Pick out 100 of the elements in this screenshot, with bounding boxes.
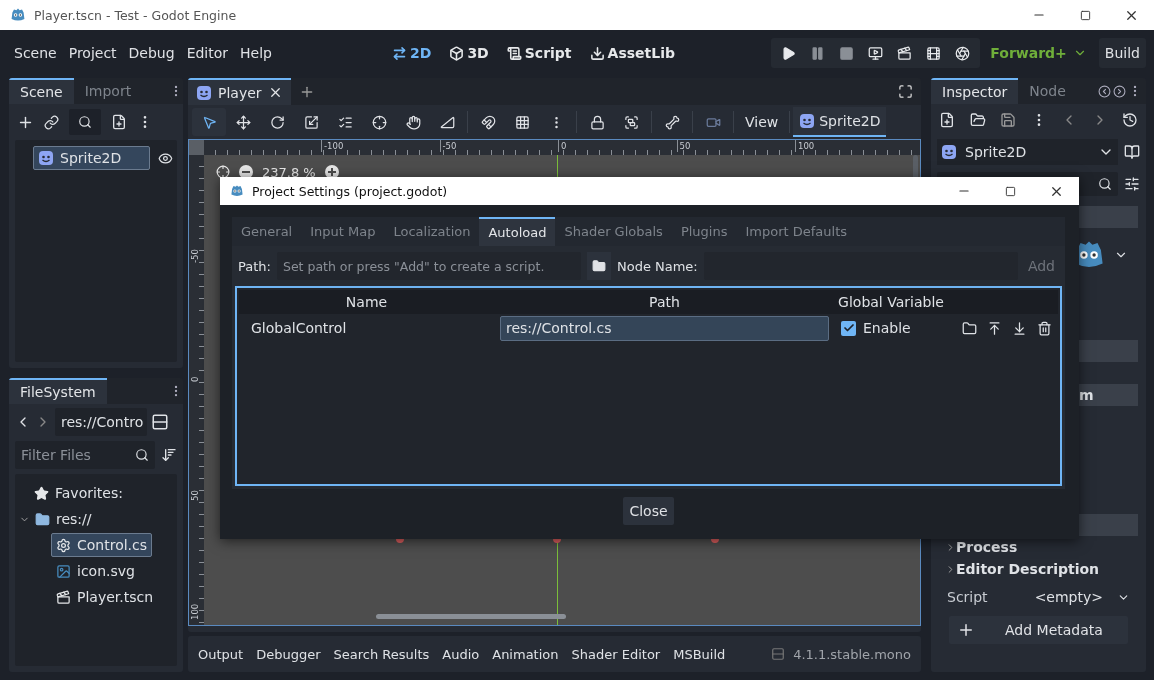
section-header[interactable]: Editor Description	[956, 561, 1100, 577]
bottom-panel-tab[interactable]: Audio	[442, 646, 480, 662]
view-menu[interactable]: View	[737, 114, 787, 130]
menu-item[interactable]: Editor	[180, 45, 235, 61]
film-icon[interactable]	[926, 45, 942, 61]
new-resource-icon[interactable]	[939, 112, 955, 128]
close-dialog-button[interactable]: Close	[623, 497, 674, 525]
search-icon	[135, 448, 149, 462]
settings-tab[interactable]: Import Defaults	[736, 217, 856, 246]
aperture-icon[interactable]	[955, 45, 971, 61]
center-view-icon[interactable]	[216, 165, 230, 179]
menu-item[interactable]: Scene	[8, 45, 63, 61]
ruler-label: 50	[676, 140, 691, 152]
docs-icon[interactable]	[1124, 144, 1140, 160]
dock-tab[interactable]: FileSystem	[9, 378, 107, 404]
checkbox[interactable]	[841, 320, 856, 336]
object-selector[interactable]: Sprite2D	[937, 139, 1118, 165]
file-tree-item[interactable]: Favorites:	[29, 481, 128, 505]
folder-icon	[591, 259, 606, 273]
search-button[interactable]	[69, 109, 101, 135]
scene-tree-item[interactable]: Sprite2D	[33, 146, 151, 170]
monitor-icon[interactable]	[868, 45, 884, 61]
ruler-label: -50	[190, 249, 200, 263]
workspace-tab[interactable]: 3D	[445, 45, 493, 61]
path-field[interactable]: res://Contro	[55, 408, 147, 436]
file-tree-item[interactable]: Control.cs	[51, 533, 153, 557]
menu-item[interactable]: Debug	[122, 45, 181, 61]
bottom-panel-tab[interactable]: Animation	[492, 646, 559, 662]
add-metadata-button[interactable]: Add Metadata	[949, 616, 1128, 644]
version-label: 4.1.1.stable.mono	[793, 646, 911, 662]
bottom-panel-tab[interactable]: Output	[198, 646, 244, 662]
dock-tab[interactable]: Inspector	[931, 78, 1019, 104]
filter-icon[interactable]	[1124, 176, 1140, 192]
next-icon[interactable]	[1113, 84, 1126, 98]
zoom-level: 237.8 %	[262, 164, 316, 180]
settings-tab[interactable]: Localization	[384, 217, 480, 246]
table-cell-text: GlobalControl	[250, 319, 348, 338]
download-icon	[589, 45, 605, 61]
file-tree-item[interactable]: res://	[30, 507, 97, 531]
previous-icon[interactable]	[1098, 84, 1111, 98]
node-name-label: Node Name:	[616, 258, 698, 274]
bottom-panel-tab[interactable]: MSBuild	[673, 646, 726, 662]
ruler-label: 0	[190, 376, 200, 382]
bottom-panel-tab[interactable]: Search Results	[333, 646, 430, 662]
editor-tab[interactable]: Player	[188, 78, 291, 105]
layout-icon[interactable]	[151, 413, 169, 431]
image-icon	[56, 563, 71, 579]
arrows-icon	[392, 45, 407, 61]
settings-tab[interactable]: General	[232, 217, 302, 246]
node-button[interactable]: Sprite2D	[793, 107, 887, 137]
settings-tab[interactable]: Plugins	[671, 217, 737, 246]
play-icon[interactable]	[781, 45, 797, 61]
move-up-icon[interactable]	[987, 320, 1002, 336]
script-add-icon[interactable]	[111, 114, 127, 130]
maximize-icon[interactable]	[1004, 185, 1016, 197]
column-header: Global Variable	[835, 290, 947, 314]
dialog-title: Project Settings (project.godot)	[252, 183, 448, 199]
dock-tab[interactable]: Scene	[9, 78, 74, 104]
search-icon	[78, 115, 92, 129]
sprite-icon	[799, 113, 816, 129]
bottom-panel-tab[interactable]: Shader Editor	[571, 646, 661, 662]
settings-tab[interactable]: Shader Globals	[555, 217, 672, 246]
property-label: Script	[947, 589, 989, 605]
folder-icon[interactable]	[962, 320, 977, 336]
script-dropdown[interactable]: <empty>	[1034, 589, 1130, 605]
menu-item[interactable]: Project	[62, 45, 123, 61]
filter-field[interactable]: Filter Files	[15, 441, 155, 469]
menu-item[interactable]: Help	[234, 45, 278, 61]
file-tree-item[interactable]: icon.svg	[51, 559, 140, 583]
settings-tab[interactable]: Autoload	[479, 217, 556, 246]
maximize-icon[interactable]	[1079, 9, 1091, 21]
workspace-tab[interactable]: AssetLib	[585, 45, 679, 61]
plus-icon	[957, 621, 975, 639]
move-down-icon[interactable]	[1012, 320, 1027, 336]
section-header[interactable]: Process	[956, 539, 1018, 555]
cube-icon	[449, 45, 465, 61]
clapperboard-icon[interactable]	[897, 45, 913, 61]
bottom-panel-tab[interactable]: Debugger	[256, 646, 321, 662]
settings-tab[interactable]: Input Map	[301, 217, 385, 246]
workspace-tab[interactable]: Script	[502, 45, 576, 61]
ruler-label: 100	[190, 603, 200, 620]
save-icon[interactable]	[1000, 112, 1016, 128]
scrollbar[interactable]	[376, 614, 566, 619]
ruler-label: 100	[795, 140, 815, 152]
renderer-dropdown[interactable]: Forward+	[990, 45, 1087, 61]
path-label: Path:	[238, 258, 271, 274]
build-button[interactable]: Build	[1098, 38, 1146, 68]
open-icon[interactable]	[969, 112, 986, 128]
godot-logo-icon	[10, 7, 26, 23]
history-icon[interactable]	[1122, 112, 1138, 128]
sort-icon[interactable]	[161, 447, 177, 463]
path-field[interactable]: res://Control.cs	[500, 315, 829, 341]
path-field[interactable]: Set path or press "Add" to create a script.	[276, 252, 581, 280]
workspace-tab[interactable]: 2D	[388, 45, 436, 61]
pointer-icon[interactable]	[192, 108, 226, 136]
delete-icon[interactable]	[1037, 320, 1052, 336]
file-tree-item[interactable]: Player.tscn	[51, 585, 159, 609]
fullscreen-icon[interactable]	[898, 84, 913, 99]
browse-button[interactable]	[586, 252, 611, 280]
link-icon[interactable]	[44, 114, 59, 130]
